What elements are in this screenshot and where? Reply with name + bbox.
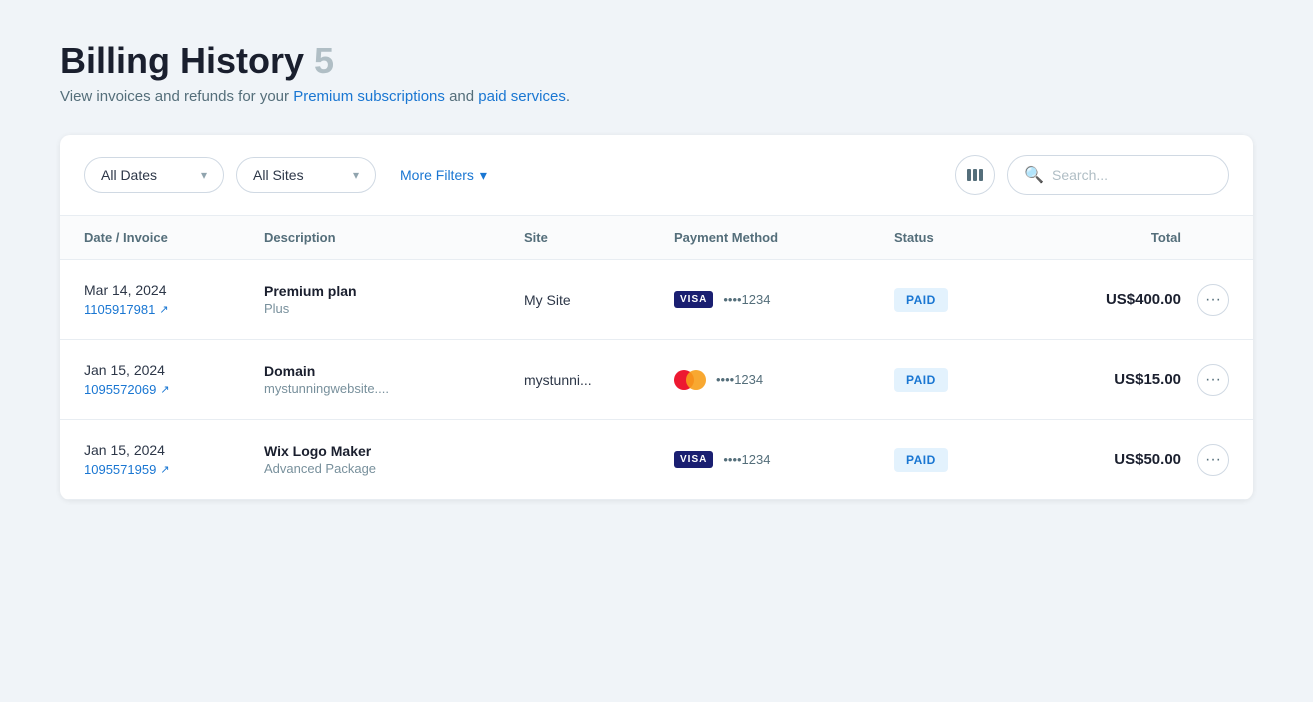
status-badge: PAID xyxy=(894,368,948,392)
columns-toggle-button[interactable] xyxy=(955,155,995,195)
desc-name: Premium plan xyxy=(264,283,524,299)
desc-name: Wix Logo Maker xyxy=(264,443,524,459)
all-dates-filter[interactable]: All Dates ▾ xyxy=(84,157,224,193)
actions-cell: ··· xyxy=(1181,284,1229,316)
all-sites-filter[interactable]: All Sites ▾ xyxy=(236,157,376,193)
status-badge: PAID xyxy=(894,448,948,472)
row-more-button[interactable]: ··· xyxy=(1197,284,1229,316)
page-title-count: 5 xyxy=(314,40,334,82)
payment-method-cell: VISA ••••1234 xyxy=(674,451,894,468)
status-cell: PAID xyxy=(894,448,1034,472)
more-filters-button[interactable]: More Filters ▾ xyxy=(388,158,499,193)
all-dates-label: All Dates xyxy=(101,167,157,183)
search-icon: 🔍 xyxy=(1024,165,1044,185)
col-total: Total xyxy=(1034,230,1181,245)
description-cell: Domain mystunningwebsite.... xyxy=(264,363,524,396)
row-date: Mar 14, 2024 xyxy=(84,282,264,298)
table-row: Mar 14, 2024 1105917981 ↗ Premium plan P… xyxy=(60,260,1253,340)
total-cell: US$15.00 xyxy=(1034,371,1181,388)
table-row: Jan 15, 2024 1095571959 ↗ Wix Logo Maker… xyxy=(60,420,1253,500)
search-input[interactable] xyxy=(1052,167,1212,183)
filters-bar: All Dates ▾ All Sites ▾ More Filters ▾ 🔍 xyxy=(60,135,1253,216)
total-cell: US$400.00 xyxy=(1034,291,1181,308)
col-actions xyxy=(1181,230,1229,245)
chevron-down-icon: ▾ xyxy=(201,168,207,182)
external-link-icon: ↗ xyxy=(160,383,169,396)
status-badge: PAID xyxy=(894,288,948,312)
col-status: Status xyxy=(894,230,1034,245)
date-invoice-cell: Jan 15, 2024 1095571959 ↗ xyxy=(84,442,264,477)
status-cell: PAID xyxy=(894,368,1034,392)
chevron-down-icon: ▾ xyxy=(353,168,359,182)
col-payment-method: Payment Method xyxy=(674,230,894,245)
search-box: 🔍 xyxy=(1007,155,1229,195)
columns-icon xyxy=(966,166,984,184)
description-cell: Premium plan Plus xyxy=(264,283,524,316)
actions-cell: ··· xyxy=(1181,364,1229,396)
premium-link[interactable]: Premium subscriptions xyxy=(293,88,445,105)
col-site: Site xyxy=(524,230,674,245)
visa-badge: VISA xyxy=(674,291,713,308)
site-cell: mystunni... xyxy=(524,372,674,388)
date-invoice-cell: Mar 14, 2024 1105917981 ↗ xyxy=(84,282,264,317)
col-description: Description xyxy=(264,230,524,245)
card-dots: ••••1234 xyxy=(723,292,770,307)
external-link-icon: ↗ xyxy=(160,463,169,476)
site-cell: My Site xyxy=(524,292,674,308)
all-sites-label: All Sites xyxy=(253,167,304,183)
mastercard-badge xyxy=(674,370,706,390)
card-dots: ••••1234 xyxy=(723,452,770,467)
invoice-link[interactable]: 1095572069 ↗ xyxy=(84,382,264,397)
paid-services-link[interactable]: paid services xyxy=(478,88,566,105)
date-invoice-cell: Jan 15, 2024 1095572069 ↗ xyxy=(84,362,264,397)
more-filters-label: More Filters xyxy=(400,167,474,183)
payment-method-cell: VISA ••••1234 xyxy=(674,291,894,308)
desc-sub: mystunningwebsite.... xyxy=(264,381,524,396)
total-cell: US$50.00 xyxy=(1034,451,1181,468)
desc-sub: Advanced Package xyxy=(264,461,524,476)
card-dots: ••••1234 xyxy=(716,372,763,387)
page-subtitle: View invoices and refunds for your Premi… xyxy=(60,88,1253,105)
status-cell: PAID xyxy=(894,288,1034,312)
row-date: Jan 15, 2024 xyxy=(84,362,264,378)
col-date-invoice: Date / Invoice xyxy=(84,230,264,245)
row-more-button[interactable]: ··· xyxy=(1197,364,1229,396)
table-header: Date / Invoice Description Site Payment … xyxy=(60,216,1253,260)
actions-cell: ··· xyxy=(1181,444,1229,476)
desc-sub: Plus xyxy=(264,301,524,316)
payment-method-cell: ••••1234 xyxy=(674,370,894,390)
invoice-link[interactable]: 1095571959 ↗ xyxy=(84,462,264,477)
page-title: Billing History xyxy=(60,40,304,82)
external-link-icon: ↗ xyxy=(159,303,168,316)
row-more-button[interactable]: ··· xyxy=(1197,444,1229,476)
chevron-down-icon: ▾ xyxy=(480,167,487,184)
invoice-link[interactable]: 1105917981 ↗ xyxy=(84,302,264,317)
row-date: Jan 15, 2024 xyxy=(84,442,264,458)
page-header: Billing History 5 View invoices and refu… xyxy=(60,40,1253,105)
description-cell: Wix Logo Maker Advanced Package xyxy=(264,443,524,476)
table-row: Jan 15, 2024 1095572069 ↗ Domain mystunn… xyxy=(60,340,1253,420)
billing-card: All Dates ▾ All Sites ▾ More Filters ▾ 🔍… xyxy=(60,135,1253,500)
visa-badge: VISA xyxy=(674,451,713,468)
desc-name: Domain xyxy=(264,363,524,379)
